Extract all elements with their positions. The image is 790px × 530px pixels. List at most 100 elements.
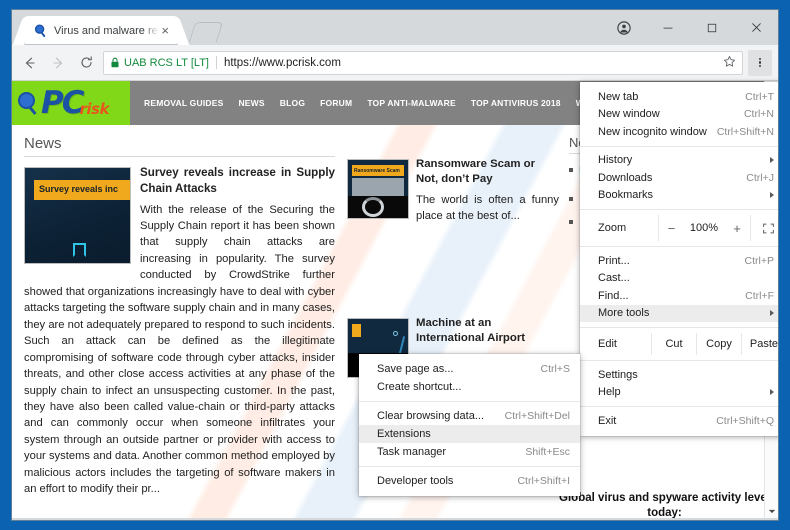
submenu-item-label: Create shortcut...	[377, 381, 570, 393]
menu-item-find[interactable]: Find... Ctrl+F	[580, 287, 778, 305]
menu-divider	[580, 146, 778, 147]
menu-item-cast[interactable]: Cast...	[580, 270, 778, 288]
menu-item-settings[interactable]: Settings	[580, 366, 778, 384]
submenu-item-clear-browsing-data[interactable]: Clear browsing data... Ctrl+Shift+Del	[359, 407, 580, 425]
scroll-down-arrow-icon[interactable]	[765, 504, 778, 518]
tab-title: Virus and malware remov	[54, 25, 159, 37]
zoom-out-button[interactable]: −	[658, 215, 684, 241]
menu-item-label: Exit	[598, 415, 716, 427]
new-tab-button[interactable]	[189, 22, 223, 42]
chevron-right-icon	[770, 389, 774, 395]
submenu-item-label: Extensions	[377, 428, 570, 440]
menu-item-shortcut: Ctrl+Shift+Q	[716, 415, 774, 427]
menu-item-shortcut: Ctrl+P	[745, 255, 774, 267]
nav-item-blog[interactable]: BLOG	[280, 98, 305, 108]
bullet-square-icon	[569, 197, 573, 201]
cut-button[interactable]: Cut	[651, 333, 696, 355]
virus-activity-widget: Global virus and spyware activity level …	[557, 491, 764, 518]
menu-divider	[580, 327, 778, 328]
submenu-item-extensions[interactable]: Extensions	[359, 425, 580, 443]
bullet-square-icon	[569, 220, 573, 224]
menu-item-label: Find...	[598, 290, 745, 302]
paste-button[interactable]: Paste	[741, 333, 778, 355]
browser-tab[interactable]: Virus and malware remov ×	[25, 16, 177, 45]
screen: Virus and malware remov ×	[0, 0, 790, 530]
chevron-right-icon	[770, 192, 774, 198]
menu-item-history[interactable]: History	[580, 152, 778, 170]
menu-item-downloads[interactable]: Downloads Ctrl+J	[580, 169, 778, 187]
nav-item-news[interactable]: NEWS	[238, 98, 264, 108]
back-arrow-icon[interactable]	[16, 49, 44, 77]
menu-item-bookmarks[interactable]: Bookmarks	[580, 187, 778, 205]
menu-item-label: New window	[598, 108, 744, 120]
close-icon[interactable]	[734, 11, 778, 44]
menu-item-shortcut: Ctrl+J	[746, 172, 774, 184]
menu-item-shortcut: Ctrl+Shift+N	[717, 126, 774, 138]
menu-item-zoom: Zoom − 100% +	[580, 215, 778, 241]
menu-item-exit[interactable]: Exit Ctrl+Shift+Q	[580, 412, 778, 430]
menu-item-new-tab[interactable]: New tab Ctrl+T	[580, 88, 778, 106]
news-card: Ransomware Scam Ransomware Scam or Not, …	[347, 157, 559, 224]
ev-certificate-name: UAB RCS LT [LT]	[124, 57, 209, 69]
star-icon[interactable]	[723, 55, 736, 71]
window-controls	[602, 10, 778, 45]
logo-pc-text: PC	[41, 88, 82, 119]
submenu-item-create-shortcut[interactable]: Create shortcut...	[359, 378, 580, 396]
submenu-item-task-manager[interactable]: Task manager Shift+Esc	[359, 443, 580, 461]
address-bar[interactable]: UAB RCS LT [LT] https://www.pcrisk.com	[103, 51, 743, 75]
featured-article-thumbnail[interactable]: Survey reveals inc	[24, 167, 131, 264]
kebab-menu-icon[interactable]	[748, 50, 772, 76]
nav-item-forum[interactable]: FORUM	[320, 98, 352, 108]
menu-item-shortcut: Ctrl+F	[745, 290, 774, 302]
submenu-item-shortcut: Ctrl+S	[541, 363, 570, 375]
menu-divider	[580, 406, 778, 407]
menu-item-label: New incognito window	[598, 126, 717, 138]
minimize-icon[interactable]	[646, 11, 690, 44]
menu-item-label: History	[598, 154, 770, 166]
maximize-icon[interactable]	[690, 11, 734, 44]
zoom-in-button[interactable]: +	[724, 215, 750, 241]
copy-button[interactable]: Copy	[696, 333, 741, 355]
card-thumbnail-banner: Ransomware Scam	[352, 165, 404, 176]
submenu-item-save-page-as[interactable]: Save page as... Ctrl+S	[359, 360, 580, 378]
menu-item-label: Help	[598, 386, 770, 398]
submenu-item-shortcut: Ctrl+Shift+I	[517, 475, 570, 487]
browser-toolbar: UAB RCS LT [LT] https://www.pcrisk.com	[12, 45, 778, 81]
submenu-item-label: Task manager	[377, 446, 525, 458]
menu-item-new-incognito-window[interactable]: New incognito window Ctrl+Shift+N	[580, 123, 778, 141]
thumbnail-cube-icon	[73, 243, 86, 257]
menu-item-label: Settings	[598, 369, 774, 381]
zoom-label: Zoom	[598, 215, 658, 241]
submenu-item-shortcut: Shift+Esc	[525, 446, 570, 458]
menu-item-new-window[interactable]: New window Ctrl+N	[580, 106, 778, 124]
chevron-right-icon	[770, 157, 774, 163]
nav-item-top-antivirus-2018[interactable]: TOP ANTIVIRUS 2018	[471, 98, 561, 108]
submenu-item-label: Developer tools	[377, 475, 517, 487]
submenu-item-developer-tools[interactable]: Developer tools Ctrl+Shift+I	[359, 472, 580, 490]
logo-risk-text: risk	[79, 100, 108, 118]
menu-item-shortcut: Ctrl+N	[744, 108, 774, 120]
featured-article: Survey reveals inc Survey reveals increa…	[24, 165, 335, 498]
submenu-divider	[359, 466, 580, 467]
chrome-main-menu: New tab Ctrl+T New window Ctrl+N New inc…	[580, 82, 778, 436]
site-logo[interactable]: PC risk	[12, 81, 130, 125]
tab-close-icon[interactable]: ×	[159, 24, 171, 37]
title-divider	[24, 156, 335, 157]
profile-icon[interactable]	[602, 11, 646, 44]
fullscreen-icon[interactable]	[750, 215, 778, 241]
chevron-right-icon	[770, 310, 774, 316]
card-thumbnail-ransomware[interactable]: Ransomware Scam	[347, 159, 409, 219]
zoom-level-value: 100%	[684, 215, 724, 241]
reload-icon[interactable]	[72, 49, 100, 77]
nav-item-removal-guides[interactable]: REMOVAL GUIDES	[144, 98, 223, 108]
menu-divider	[580, 246, 778, 247]
menu-item-more-tools[interactable]: More tools	[580, 305, 778, 323]
menu-divider	[580, 209, 778, 210]
nav-item-top-anti-malware[interactable]: TOP ANTI-MALWARE	[367, 98, 456, 108]
browser-window: Virus and malware remov ×	[12, 10, 778, 520]
submenu-divider	[359, 401, 580, 402]
menu-item-print[interactable]: Print... Ctrl+P	[580, 252, 778, 270]
menu-item-help[interactable]: Help	[580, 384, 778, 402]
submenu-item-label: Clear browsing data...	[377, 410, 505, 422]
menu-item-label: Bookmarks	[598, 189, 770, 201]
